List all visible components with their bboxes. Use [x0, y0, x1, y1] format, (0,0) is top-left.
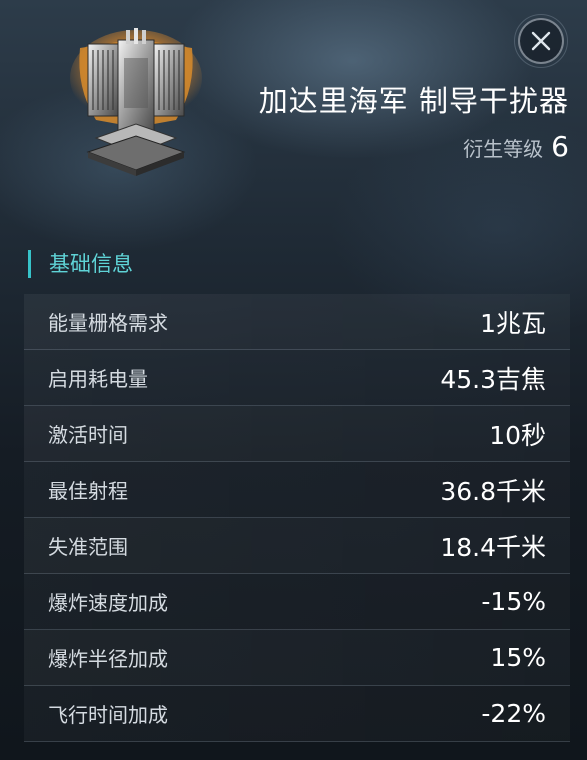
guidance-disruptor-module-icon [66, 28, 206, 178]
close-button[interactable] [514, 14, 568, 68]
table-row: 爆炸半径加成 15% [24, 630, 570, 686]
attribute-table: 能量栅格需求 1兆瓦 启用耗电量 45.3吉焦 激活时间 10秒 最佳射程 36… [24, 294, 570, 742]
attribute-label: 启用耗电量 [48, 367, 148, 391]
table-row: 飞行时间加成 -22% [24, 686, 570, 742]
close-icon [531, 31, 551, 51]
attribute-value: 15% [490, 643, 546, 672]
attribute-value: 10秒 [489, 420, 546, 450]
attribute-label: 最佳射程 [48, 479, 128, 503]
attribute-value: 18.4千米 [440, 532, 546, 562]
attribute-value: 1兆瓦 [480, 308, 546, 338]
table-row: 能量栅格需求 1兆瓦 [24, 294, 570, 350]
attribute-value: -15% [481, 587, 546, 616]
attribute-value: 36.8千米 [440, 476, 546, 506]
table-row: 失准范围 18.4千米 [24, 518, 570, 574]
item-header: 加达里海军 制导干扰器 衍生等级 6 [0, 0, 587, 215]
table-row: 激活时间 10秒 [24, 406, 570, 462]
table-row: 爆炸速度加成 -15% [24, 574, 570, 630]
table-row: 启用耗电量 45.3吉焦 [24, 350, 570, 406]
meta-level-value: 6 [551, 130, 569, 163]
item-name: 加达里海军 制导干扰器 [258, 84, 569, 118]
attribute-value: -22% [481, 699, 546, 728]
attribute-label: 失准范围 [48, 535, 128, 559]
section-title: 基础信息 [28, 250, 133, 278]
meta-level: 衍生等级 6 [463, 130, 569, 163]
attribute-label: 爆炸半径加成 [48, 647, 168, 671]
attribute-label: 飞行时间加成 [48, 703, 168, 727]
attribute-label: 能量栅格需求 [48, 311, 168, 335]
table-row: 最佳射程 36.8千米 [24, 462, 570, 518]
attribute-label: 激活时间 [48, 423, 128, 447]
attribute-value: 45.3吉焦 [440, 364, 546, 394]
attribute-label: 爆炸速度加成 [48, 591, 168, 615]
meta-level-label: 衍生等级 [463, 137, 544, 161]
